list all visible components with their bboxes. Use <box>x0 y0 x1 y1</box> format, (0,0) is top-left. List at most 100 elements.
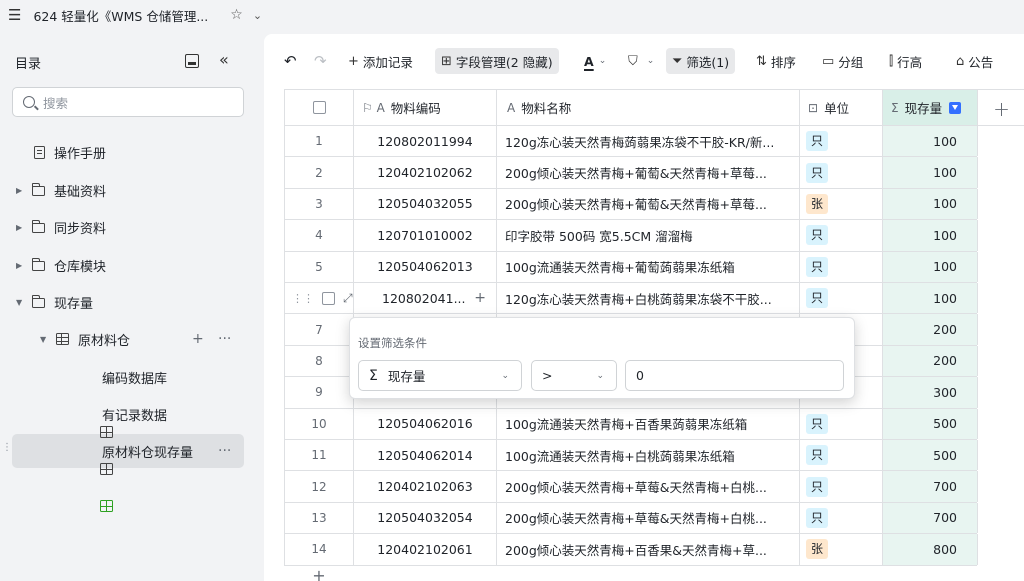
drag-handle-icon[interactable]: ⋮⋮ <box>292 292 314 305</box>
cell-unit[interactable]: 只 <box>800 220 883 251</box>
cell-code[interactable]: 120504032054 <box>354 502 497 534</box>
sidebar-item-basic-data[interactable]: ▶ 基础资料 <box>16 174 106 206</box>
table-row[interactable]: 1 120802011994 120g冻心装天然青梅蒟蒻果冻袋不干胶-KR/新...… <box>284 126 978 158</box>
filter-button[interactable]: ⏷ 筛选(1) <box>666 48 736 74</box>
select-all-checkbox[interactable] <box>312 101 326 114</box>
table-row[interactable]: 5 120504062013 100g流通装天然青梅+葡萄蒟蒻果冻纸箱只 100 <box>284 251 978 283</box>
search-input[interactable]: 搜索 <box>12 87 244 117</box>
sidebar-item-raw-material-warehouse[interactable]: ▼ 原材料仓 + ··· <box>40 323 240 355</box>
cell-code[interactable]: 120504062013 <box>354 251 497 282</box>
cell-name[interactable]: 100g流通装天然青梅+百香果蒟蒻果冻纸箱 <box>497 408 800 439</box>
cell-qty[interactable]: 100 <box>883 220 978 251</box>
table-row[interactable]: ⋮⋮ ⤢ 120802041... +120g冻心装天然青梅+白桃蒟蒻果冻袋不干胶..… <box>284 283 978 315</box>
caret-down-icon[interactable]: ▼ <box>40 335 50 344</box>
column-header-name[interactable]: A 物料名称 <box>497 90 800 125</box>
cell-qty[interactable]: 100 <box>883 126 978 157</box>
cell-unit[interactable]: 只 <box>800 126 883 157</box>
cell-qty[interactable]: 500 <box>883 408 978 439</box>
cell-name[interactable]: 200g倾心装天然青梅+葡萄&天然青梅+草莓... <box>497 188 800 220</box>
cell-code[interactable]: 120402102062 <box>354 157 497 188</box>
cell-unit[interactable]: 只 <box>800 157 883 188</box>
cell-qty[interactable]: 100 <box>883 283 978 314</box>
row-checkbox[interactable] <box>322 291 335 305</box>
chevron-down-icon[interactable]: ⌄ <box>253 9 262 22</box>
cell-qty[interactable]: 300 <box>883 377 978 408</box>
group-button[interactable]: ▭ 分组 <box>822 48 863 74</box>
undo-icon[interactable]: ↶ <box>284 48 297 74</box>
cell-qty[interactable]: 100 <box>883 188 978 220</box>
notice-button[interactable]: ⌂ 公告 <box>956 48 993 74</box>
cell-unit[interactable]: 只 <box>800 251 883 282</box>
cell-code[interactable]: 120701010002 <box>354 220 497 251</box>
text-color-button[interactable]: A ⌄ <box>584 48 606 74</box>
expand-icon[interactable]: ⤢ <box>343 291 353 306</box>
sidebar-item-sync-data[interactable]: ▶ 同步资料 <box>16 211 106 243</box>
add-column-button[interactable]: + <box>979 90 1024 127</box>
sidebar-item-code-db[interactable]: 编码数据库 <box>80 361 167 438</box>
cell-qty[interactable]: 700 <box>883 471 978 502</box>
sidebar-item-manual[interactable]: 操作手册 <box>34 136 106 168</box>
star-icon[interactable]: ☆ <box>230 7 243 23</box>
cell-name[interactable]: 120g冻心装天然青梅+白桃蒟蒻果冻袋不干胶... <box>497 283 800 314</box>
caret-right-icon[interactable]: ▶ <box>16 261 26 270</box>
cell-code[interactable]: 120504062016 <box>354 408 497 439</box>
filter-field-select[interactable]: Σ 现存量 ⌄ <box>358 360 522 391</box>
sidebar-item-raw-stock[interactable]: 原材料仓现存量 ··· <box>80 435 240 512</box>
cell-name[interactable]: 200g倾心装天然青梅+百香果&天然青梅+草... <box>497 534 800 565</box>
cell-name[interactable]: 100g流通装天然青梅+白桃蒟蒻果冻纸箱 <box>497 440 800 471</box>
panel-icon[interactable] <box>185 54 199 68</box>
table-row[interactable]: 13 120504032054 200g倾心装天然青梅+草莓&天然青梅+白桃... 只… <box>284 502 978 535</box>
cell-qty[interactable]: 800 <box>883 534 978 565</box>
cell-unit[interactable]: 张 <box>800 534 883 565</box>
row-height-button[interactable]: ⫿ 行高 <box>889 48 922 74</box>
cell-name[interactable]: 200g倾心装天然青梅+葡萄&天然青梅+草莓... <box>497 157 800 188</box>
table-row[interactable]: 14 120402102061 200g倾心装天然青梅+百香果&天然青梅+草... 张… <box>284 534 978 566</box>
filter-active-icon[interactable] <box>949 101 962 114</box>
cell-unit[interactable]: 只 <box>800 283 883 314</box>
cell-qty[interactable]: 700 <box>883 502 978 534</box>
add-icon[interactable]: + <box>474 290 486 306</box>
more-icon[interactable]: ··· <box>218 443 231 459</box>
cell-qty[interactable]: 100 <box>883 251 978 282</box>
menu-icon[interactable]: ☰ <box>8 6 21 24</box>
table-row[interactable]: 4 120701010002 印字胶带 500码 宽5.5CM 溜溜梅只 100 <box>284 220 978 252</box>
collapse-sidebar-icon[interactable]: « <box>219 50 229 69</box>
cell-code[interactable]: 120402102063 <box>354 471 497 502</box>
field-manage-button[interactable]: ⊞ 字段管理(2 隐藏) <box>435 48 559 74</box>
table-row[interactable]: 2 120402102062 200g倾心装天然青梅+葡萄&天然青梅+草莓... 只 1… <box>284 157 978 189</box>
cell-qty[interactable]: 200 <box>883 314 978 345</box>
cell-name[interactable]: 100g流通装天然青梅+葡萄蒟蒻果冻纸箱 <box>497 251 800 282</box>
column-header-unit[interactable]: ⊡ 单位 <box>800 90 883 125</box>
cell-code[interactable]: 120402102061 <box>354 534 497 565</box>
cell-code[interactable]: 120802041... + <box>354 283 497 314</box>
document-title[interactable]: 624 轻量化《WMS 仓储管理... <box>33 6 208 25</box>
select-all-cell[interactable] <box>284 90 354 125</box>
column-header-qty[interactable]: Σ 现存量 <box>883 90 978 125</box>
cell-unit[interactable]: 只 <box>800 408 883 439</box>
add-record-button[interactable]: + 添加记录 <box>348 48 413 74</box>
cell-qty[interactable]: 200 <box>883 345 978 377</box>
table-row[interactable]: 10 120504062016 100g流通装天然青梅+百香果蒟蒻果冻纸箱只 500 <box>284 408 978 440</box>
caret-down-icon[interactable]: ▼ <box>16 298 26 307</box>
cell-unit[interactable]: 张 <box>800 188 883 220</box>
cell-qty[interactable]: 100 <box>883 157 978 188</box>
sidebar-item-stock[interactable]: ▼ 现存量 <box>16 286 93 318</box>
cell-code[interactable]: 120504032055 <box>354 188 497 220</box>
filter-value-input[interactable]: 0 <box>625 360 844 391</box>
cell-code[interactable]: 120504062014 <box>354 440 497 471</box>
caret-right-icon[interactable]: ▶ <box>16 223 26 232</box>
cell-unit[interactable]: 只 <box>800 502 883 534</box>
drag-handle-icon[interactable]: ⋮ <box>2 443 12 453</box>
column-header-code[interactable]: ⚐ A 物料编码 <box>354 90 497 125</box>
cell-qty[interactable]: 500 <box>883 440 978 471</box>
sidebar-item-recorded-data[interactable]: 有记录数据 <box>80 398 167 475</box>
sidebar-item-warehouse[interactable]: ▶ 仓库模块 <box>16 249 106 281</box>
add-icon[interactable]: + <box>192 331 204 347</box>
cell-name[interactable]: 印字胶带 500码 宽5.5CM 溜溜梅 <box>497 220 800 251</box>
more-icon[interactable]: ··· <box>218 331 231 347</box>
cell-name[interactable]: 120g冻心装天然青梅蒟蒻果冻袋不干胶-KR/新... <box>497 126 800 157</box>
add-row-button[interactable]: + <box>284 566 354 581</box>
cell-unit[interactable]: 只 <box>800 440 883 471</box>
filter-operator-select[interactable]: > ⌄ <box>531 360 617 391</box>
cell-unit[interactable]: 只 <box>800 471 883 502</box>
